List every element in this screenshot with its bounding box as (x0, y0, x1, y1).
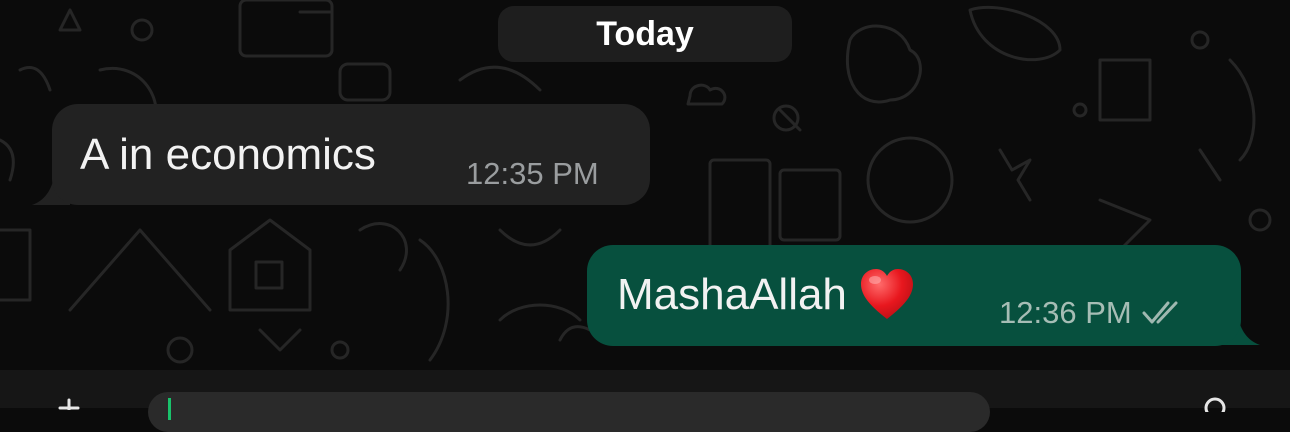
message-time: 12:36 PM (999, 295, 1132, 330)
camera-icon[interactable] (1198, 392, 1232, 412)
message-meta: 12:36 PM (999, 295, 1186, 331)
date-divider: Today (498, 6, 792, 62)
message-text: A in economics (80, 130, 376, 179)
date-divider-label: Today (596, 14, 694, 53)
message-content: MashaAllah (617, 267, 915, 321)
heart-emoji (860, 269, 913, 319)
text-cursor (168, 398, 171, 420)
outgoing-message-bubble[interactable]: MashaAllah 12:36 PM (587, 245, 1241, 346)
message-text: MashaAllah (617, 270, 847, 319)
message-time: 12:35 PM (466, 156, 599, 191)
incoming-message-bubble[interactable]: A in economics 12:35 PM (52, 104, 650, 205)
message-composer (0, 370, 1290, 432)
double-check-icon (1142, 301, 1178, 324)
message-input[interactable] (148, 392, 990, 432)
